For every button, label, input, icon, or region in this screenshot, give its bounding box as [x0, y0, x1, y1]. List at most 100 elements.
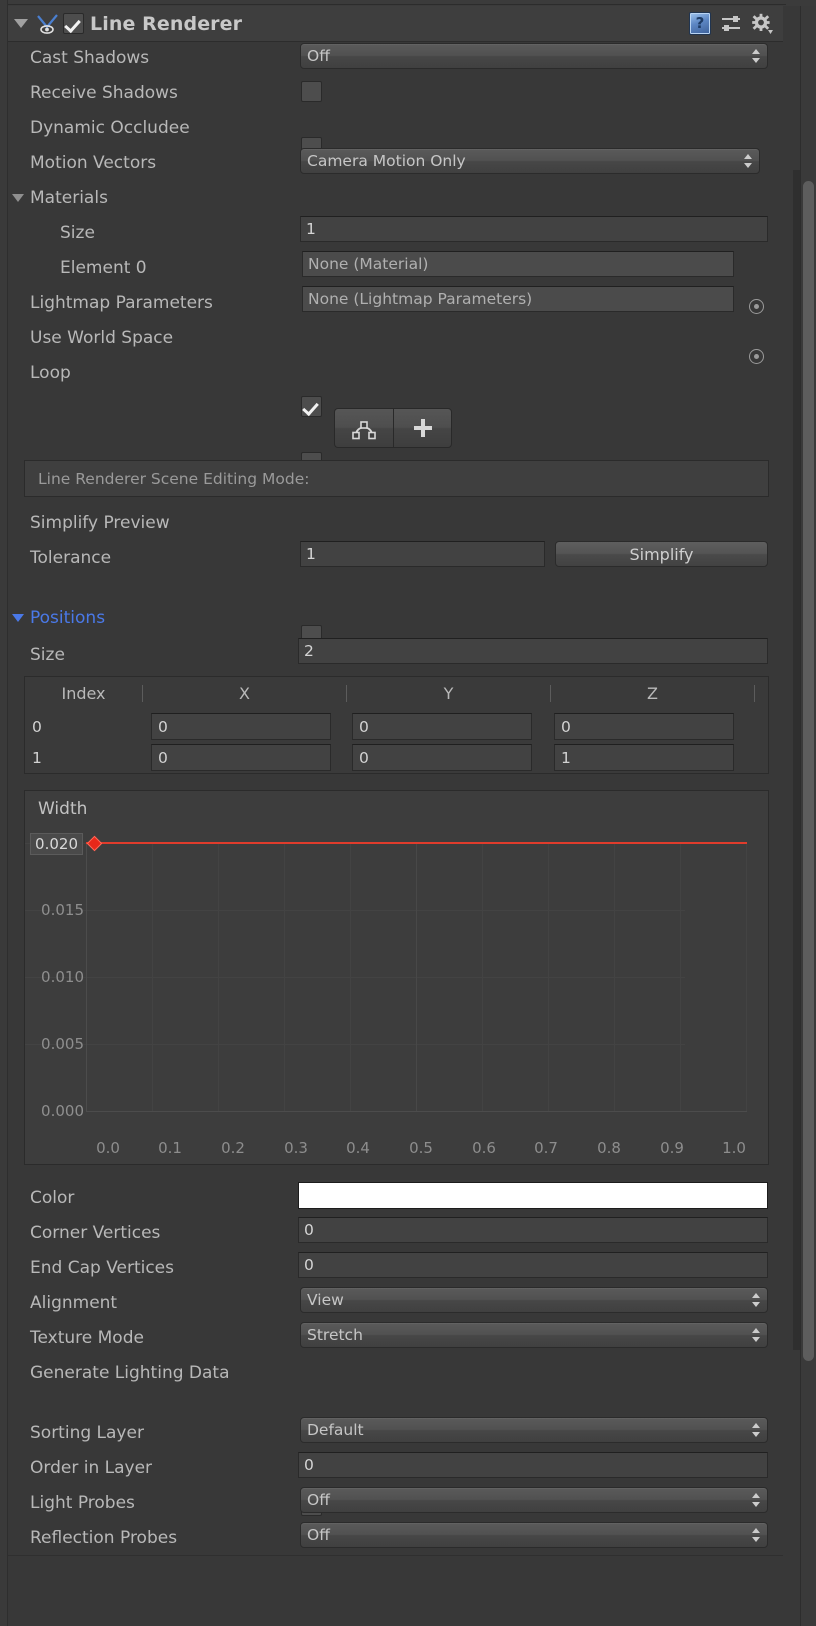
curve-keyframe-handle[interactable]: [86, 835, 103, 852]
order-in-layer-input[interactable]: 0: [298, 1452, 768, 1478]
scene-editing-help-text: Line Renderer Scene Editing Mode:: [38, 469, 310, 488]
reflection-probes-dropdown[interactable]: Off: [300, 1522, 768, 1548]
x-tick-label: 0.3: [284, 1139, 308, 1157]
gridline-v: [152, 843, 153, 1111]
x-tick-label: 0.8: [597, 1139, 621, 1157]
cell-y[interactable]: 0: [352, 744, 532, 771]
cast-shadows-label: Cast Shadows: [30, 47, 150, 68]
y-axis: [86, 843, 87, 1111]
x-tick-label: 0.9: [660, 1139, 684, 1157]
foldout-triangle-icon[interactable]: [14, 19, 28, 28]
element-0-object-field[interactable]: None (Material): [302, 251, 734, 277]
preset-sliders-icon[interactable]: [720, 14, 742, 34]
tolerance-input[interactable]: 1: [300, 541, 545, 567]
table-row[interactable]: 0 0 0 0: [25, 711, 734, 742]
positions-size-label: Size: [30, 644, 65, 665]
cell-index: 0: [32, 717, 42, 736]
receive-shadows-checkbox[interactable]: [301, 81, 322, 102]
panel-left-gutter: [0, 0, 8, 1626]
motion-vectors-dropdown[interactable]: Camera Motion Only: [300, 148, 760, 174]
gear-icon[interactable]: [751, 13, 773, 35]
alignment-value: View: [307, 1291, 344, 1309]
row-dynamic-occludee: Dynamic Occludee: [8, 110, 783, 145]
gridline-v: [614, 843, 615, 1111]
loop-label: Loop: [30, 362, 71, 383]
cell-y[interactable]: 0: [352, 713, 532, 740]
light-probes-dropdown[interactable]: Off: [300, 1487, 768, 1513]
positions-foldout-icon[interactable]: [12, 613, 24, 622]
cast-shadows-dropdown[interactable]: Off: [300, 43, 768, 69]
motion-vectors-value: Camera Motion Only: [307, 152, 466, 170]
column-header-z[interactable]: Z: [551, 677, 754, 710]
y-tick-label: 0.020: [30, 833, 83, 855]
column-header-index[interactable]: Index: [25, 677, 142, 710]
help-book-icon[interactable]: [689, 12, 711, 35]
row-positions[interactable]: Positions: [8, 600, 783, 635]
light-probes-label: Light Probes: [30, 1492, 135, 1513]
edit-points-button[interactable]: [334, 408, 393, 448]
cell-z[interactable]: 1: [554, 744, 734, 771]
section-divider: [8, 1555, 783, 1556]
unity-inspector-panel: Line Renderer ? Cast Shadows Off Receive…: [0, 0, 816, 1626]
y-tick-label: 0.015: [41, 901, 84, 919]
plus-icon: [413, 419, 432, 437]
lightmap-parameters-object-field[interactable]: None (Lightmap Parameters): [302, 286, 734, 312]
x-tick-label: 0.1: [158, 1139, 182, 1157]
cell-x[interactable]: 0: [151, 744, 331, 771]
simplify-button[interactable]: Simplify: [555, 541, 768, 567]
header-icon-group: [689, 12, 783, 35]
order-in-layer-value: 0: [304, 1456, 314, 1474]
x-tick-label: 0.6: [472, 1139, 496, 1157]
x-tick-label: 0.7: [534, 1139, 558, 1157]
component-header[interactable]: Line Renderer: [8, 6, 783, 42]
chevron-updown-icon: [752, 1528, 761, 1542]
column-divider[interactable]: [754, 685, 755, 702]
materials-size-input[interactable]: 1: [300, 216, 768, 242]
sorting-layer-dropdown[interactable]: Default: [300, 1417, 768, 1443]
positions-size-input[interactable]: 2: [298, 638, 768, 664]
cell-z[interactable]: 0: [554, 713, 734, 740]
curve-title: Width: [38, 799, 88, 819]
element-0-label: Element 0: [60, 257, 147, 278]
inspector-scroll-track[interactable]: [793, 170, 800, 1350]
row-materials[interactable]: Materials: [8, 180, 783, 215]
motion-vectors-label: Motion Vectors: [30, 152, 157, 173]
gridline-v: [284, 843, 285, 1111]
color-label: Color: [30, 1187, 75, 1208]
alignment-dropdown[interactable]: View: [300, 1287, 768, 1313]
receive-shadows-label: Receive Shadows: [30, 82, 178, 103]
texture-mode-dropdown[interactable]: Stretch: [300, 1322, 768, 1348]
tolerance-label: Tolerance: [30, 547, 112, 568]
component-enabled-checkbox[interactable]: [63, 13, 84, 34]
end-cap-vertices-value: 0: [304, 1256, 314, 1274]
use-world-space-checkbox[interactable]: [301, 396, 322, 417]
row-use-world-space: Use World Space: [8, 320, 783, 355]
materials-foldout-icon[interactable]: [12, 193, 24, 202]
y-tick-label: 0.010: [41, 968, 84, 986]
corner-vertices-input[interactable]: 0: [298, 1217, 768, 1243]
element-0-value: None (Material): [308, 255, 429, 273]
cell-x[interactable]: 0: [151, 713, 331, 740]
use-world-space-label: Use World Space: [30, 327, 174, 348]
window-scroll-thumb[interactable]: [803, 181, 814, 1361]
end-cap-vertices-input[interactable]: 0: [298, 1252, 768, 1278]
table-row[interactable]: 1 0 0 1: [25, 742, 734, 773]
dynamic-occludee-label: Dynamic Occludee: [30, 117, 190, 138]
reflection-probes-value: Off: [307, 1526, 330, 1544]
width-curve-editor[interactable]: Width 0.020 0.015 0.010 0.005 0.000 0.0 …: [24, 790, 769, 1165]
column-header-y[interactable]: Y: [347, 677, 550, 710]
gridline-h: [25, 1044, 685, 1045]
sorting-layer-label: Sorting Layer: [30, 1422, 144, 1443]
corner-vertices-label: Corner Vertices: [30, 1222, 161, 1243]
create-points-button[interactable]: [393, 408, 452, 448]
color-swatch[interactable]: [298, 1182, 768, 1209]
window-scroll-track[interactable]: [800, 6, 816, 1626]
x-tick-label: 0.4: [346, 1139, 370, 1157]
gridline-v: [350, 843, 351, 1111]
x-tick-label: 1.0: [722, 1139, 746, 1157]
column-header-x[interactable]: X: [143, 677, 346, 710]
alignment-label: Alignment: [30, 1292, 118, 1313]
generate-lighting-data-label: Generate Lighting Data: [30, 1362, 230, 1383]
width-curve-line[interactable]: [86, 842, 747, 844]
materials-size-value: 1: [306, 220, 316, 238]
